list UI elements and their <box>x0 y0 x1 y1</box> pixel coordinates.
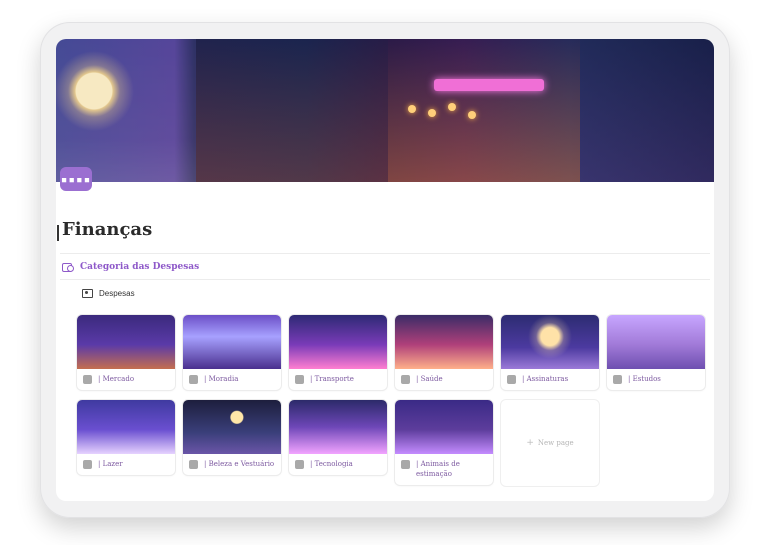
party-icon <box>83 460 92 469</box>
laptop-icon <box>295 460 304 469</box>
app-screen: ▪▪▪▪ Finanças Categoria das Despesas Des… <box>56 39 714 501</box>
car-icon <box>295 375 304 384</box>
cover-banner[interactable] <box>56 39 714 182</box>
card-cover <box>395 315 493 369</box>
lantern <box>468 111 476 119</box>
money-icon <box>62 262 74 272</box>
new-page-card[interactable]: + New page <box>501 400 599 486</box>
section-title: Categoria das Despesas <box>80 262 200 272</box>
section-header[interactable]: Categoria das Despesas <box>62 262 199 272</box>
new-page-label: New page <box>537 439 574 447</box>
gallery-card-animais[interactable]: | Animais de estimação <box>395 400 493 485</box>
gallery-card-mercado[interactable]: | Mercado <box>77 315 175 390</box>
cover-panel-street <box>580 39 714 182</box>
plus-icon: + <box>526 438 534 448</box>
card-cover <box>183 400 281 454</box>
neon-sign <box>434 79 544 91</box>
text-cursor <box>57 225 59 241</box>
gallery-card-beleza-vestuario[interactable]: | Beleza e Vestuário <box>183 400 281 475</box>
book-icon <box>613 375 622 384</box>
card-cover <box>395 400 493 454</box>
card-label: | Transporte <box>310 375 354 383</box>
gallery-card-assinaturas[interactable]: | Assinaturas <box>501 315 599 390</box>
heart-icon <box>401 375 410 384</box>
card-cover <box>501 315 599 369</box>
card-label: | Mercado <box>98 375 135 383</box>
divider <box>60 279 710 280</box>
card-cover <box>607 315 705 369</box>
gallery-card-moradia[interactable]: | Moradia <box>183 315 281 390</box>
calendar-icon[interactable]: ▪▪▪▪ <box>60 167 92 191</box>
lantern <box>448 103 456 111</box>
card-cover <box>183 315 281 369</box>
view-tab[interactable]: Despesas <box>82 289 135 298</box>
card-label: | Lazer <box>98 460 123 468</box>
gallery-view-icon <box>82 289 93 298</box>
card-label: | Beleza e Vestuário <box>204 460 275 468</box>
card-label: | Animais de estimação <box>416 460 460 478</box>
gallery-card-estudos[interactable]: | Estudos <box>607 315 705 390</box>
divider <box>60 253 710 254</box>
basket-icon <box>83 375 92 384</box>
tablet-frame: ▪▪▪▪ Finanças Categoria das Despesas Des… <box>40 22 730 518</box>
gallery-card-tecnologia[interactable]: | Tecnologia <box>289 400 387 475</box>
cover-panel-shop <box>388 39 580 182</box>
card-cover <box>77 400 175 454</box>
card-label: | Tecnologia <box>310 460 353 468</box>
page-title[interactable]: Finanças <box>62 219 152 240</box>
cover-panel-city <box>196 39 388 182</box>
lantern <box>408 105 416 113</box>
card-cover <box>289 315 387 369</box>
cat-icon <box>401 460 410 469</box>
people-icon <box>507 375 516 384</box>
view-label: Despesas <box>99 289 135 298</box>
card-label: | Estudos <box>628 375 661 383</box>
house-icon <box>189 375 198 384</box>
lantern <box>428 109 436 117</box>
card-cover <box>289 400 387 454</box>
card-label: | Moradia <box>204 375 239 383</box>
card-label: | Saúde <box>416 375 443 383</box>
cover-panel-moon <box>56 39 196 182</box>
card-label: | Assinaturas <box>522 375 569 383</box>
gallery-card-saude[interactable]: | Saúde <box>395 315 493 390</box>
gallery-card-lazer[interactable]: | Lazer <box>77 400 175 475</box>
shirt-icon <box>189 460 198 469</box>
gallery-card-transporte[interactable]: | Transporte <box>289 315 387 390</box>
card-cover <box>77 315 175 369</box>
